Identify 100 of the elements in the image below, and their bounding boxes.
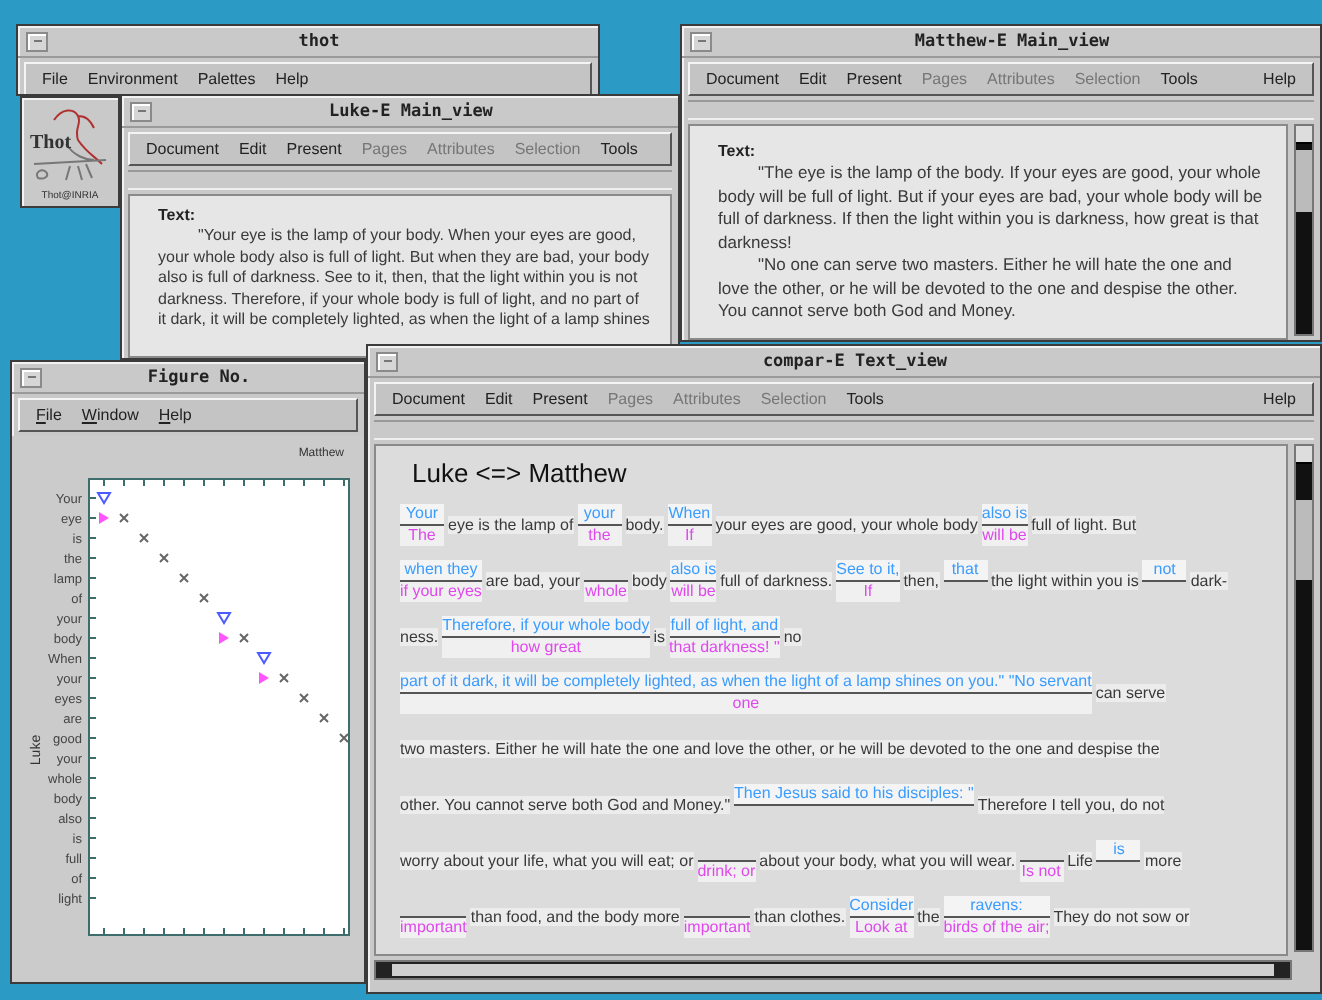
passage-text: can serve [1095, 683, 1166, 701]
upper-variant-text: your [577, 503, 622, 525]
bird-drawing [33, 109, 107, 181]
window-title: Matthew-E Main_view [912, 31, 1112, 51]
passage-text: no [783, 627, 802, 645]
passage-text: the [917, 907, 940, 925]
horizontal-scrollbar[interactable] [374, 960, 1292, 980]
vertical-scrollbar[interactable] [1294, 124, 1314, 336]
window-menu-button[interactable] [376, 351, 398, 371]
window-menu-button[interactable] [20, 367, 42, 387]
lower-variant-text: important [683, 917, 751, 937]
window-title: Figure No. [145, 367, 253, 387]
upper-variant-text: part of it dark, it will be completely lighted, as when the light of a lamp shines on you." "No servant [400, 671, 1092, 693]
menu-item[interactable]: Help [158, 406, 192, 424]
vertical-scrollbar[interactable] [1294, 444, 1314, 952]
window-menu-button[interactable] [130, 101, 152, 121]
lower-variant-text: will be [670, 581, 717, 601]
upper-variant-text: also is [670, 559, 717, 581]
upper-variant-text: full of light, and [669, 615, 780, 637]
passage-text: body. [625, 515, 664, 533]
lower-variant-text: drink; or [697, 861, 756, 881]
menu-item[interactable]: Present [846, 70, 902, 88]
passage-text: Life [1067, 851, 1093, 869]
upper-variant-text: is [1096, 839, 1141, 861]
upper-variant-text: also is [981, 503, 1028, 525]
upper-variant-text: Your [400, 503, 444, 525]
passage-text: than clothes. [754, 907, 846, 925]
menu-item[interactable]: Window [81, 406, 139, 424]
passage-text: are bad, your [485, 571, 581, 589]
passage-text: full of darkness. [720, 571, 833, 589]
menu-item[interactable]: Present [532, 390, 588, 408]
lower-variant-text: Is not [1019, 861, 1064, 881]
menu-item[interactable]: Present [286, 140, 342, 158]
menu-item[interactable]: Tools [1160, 70, 1198, 88]
menu-item[interactable]: Edit [238, 140, 267, 158]
lower-variant-text: if your eyes [400, 581, 482, 601]
menu-item[interactable]: Palettes [197, 70, 256, 88]
upper-variant-text: when they [400, 559, 482, 581]
lower-variant-text: one [400, 693, 1092, 713]
heading: Luke <=> Matthew [412, 458, 629, 488]
passage-text: than food, and the body more [470, 907, 680, 925]
passage-text: worry about your life, what you will eat; or [400, 851, 694, 869]
lower-variant-text: how great [442, 637, 650, 657]
lower-variant-text: important [400, 917, 467, 937]
upper-variant-text: ravens: [943, 895, 1050, 917]
passage-text: eye is the lamp of [448, 515, 574, 533]
passage-text: dark- [1190, 571, 1228, 589]
window-title: Luke-E Main_view [327, 101, 495, 121]
upper-variant-text: Therefore, if your whole body [442, 615, 650, 637]
menu-item[interactable]: Edit [798, 70, 827, 88]
menu-item[interactable]: File [36, 406, 62, 424]
menu-item[interactable]: Tools [600, 140, 638, 158]
passage-text: Therefore I tell you, do not [977, 795, 1165, 813]
paragraph: "The eye is the lamp of the body. If your eyes are good, your whole body will be full of light. But if your eyes are bad, your whole body will be full of darkness. If then the light within you is darkness, how great is that darkness! [718, 162, 1265, 254]
menu-item[interactable]: Document [392, 390, 465, 408]
lower-variant-text: The [400, 525, 444, 545]
passage-text: body [632, 571, 667, 589]
passage-text: your eyes are good, your whole body [715, 515, 978, 533]
window-title: thot [296, 31, 342, 51]
section-label: Text: [158, 206, 198, 224]
passage-text: They do not sow or [1053, 907, 1190, 925]
passage-text: about your body, what you will wear. [759, 851, 1016, 869]
menu-item[interactable]: Document [706, 70, 779, 88]
window-menu-button[interactable] [690, 31, 712, 51]
upper-variant-text: See to it, [836, 559, 900, 581]
lower-variant-text: the [577, 525, 622, 545]
upper-variant-text: not [1142, 559, 1187, 581]
menu-item[interactable]: Help [275, 70, 309, 88]
passage-text: the light within you is [991, 571, 1139, 589]
lower-variant-text: that darkness! " [669, 637, 780, 657]
menu-item[interactable]: Document [146, 140, 219, 158]
lower-variant-text: will be [981, 525, 1028, 545]
menu-item[interactable]: Help [1263, 390, 1296, 408]
menu-item[interactable]: Tools [846, 390, 884, 408]
lower-variant-text: If [836, 581, 900, 601]
lower-variant-text: If [667, 525, 712, 545]
menu-item[interactable]: Edit [484, 390, 513, 408]
paragraph: "Your eye is the lamp of your body. When your eyes are good, your whole body also is full of light. But when they are bad, your body also is full of darkness. See to it, then, that the light within you is not darkness. Therefore, if your whole body is full of light, and no part of it dark, it will be completely lighted, as when the light of a lamp shines [158, 226, 650, 331]
menu-item[interactable]: Environment [87, 70, 178, 88]
passage-text: other. You cannot serve both God and Money." [400, 795, 731, 813]
window-menu-button[interactable] [26, 31, 48, 51]
passage-text: more [1144, 851, 1182, 869]
window-title: compar-E Text_view [760, 351, 950, 371]
lower-variant-text: Look at [849, 917, 914, 937]
logo-text: Thot [30, 132, 72, 154]
lower-variant-text: whole [584, 581, 629, 601]
passage-text: full of light. But [1031, 515, 1137, 533]
upper-variant-text: Consider [849, 895, 914, 917]
passage-text: two masters. Either he will hate the one and love the other, or he will be devoted to the one and despise the [400, 739, 1160, 757]
passage-text: then, [903, 571, 939, 589]
upper-variant-text: Then Jesus said to his disciples: " [734, 783, 974, 805]
passage-text: ness. [400, 627, 439, 645]
menu-item[interactable]: File [42, 70, 68, 88]
passage-text: is [653, 627, 666, 645]
lower-variant-text: birds of the air; [943, 917, 1050, 937]
menu-item[interactable]: Help [1263, 70, 1296, 88]
section-label: Text: [718, 142, 758, 160]
upper-variant-text: When [667, 503, 712, 525]
paragraph: "No one can serve two masters. Either he will hate the one and love the other, or he will be devoted to the one and despise the other. You cannot serve both God and Money. [718, 254, 1240, 323]
upper-variant-text: that [943, 559, 987, 581]
